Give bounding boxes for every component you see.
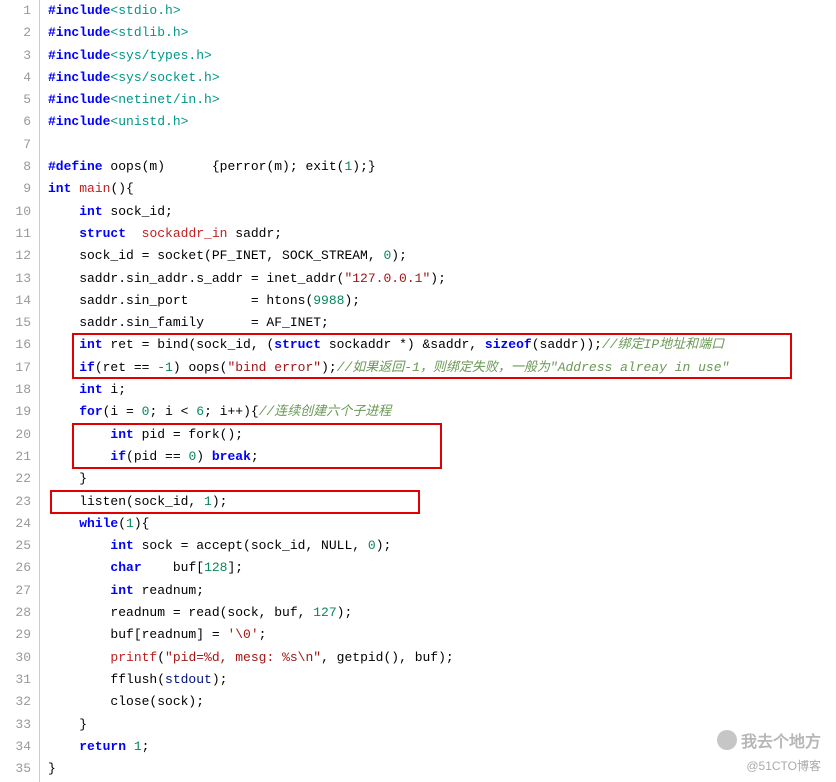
line-number: 15: [0, 312, 31, 334]
line-number: 20: [0, 424, 31, 446]
line-number: 18: [0, 379, 31, 401]
code-line: struct sockaddr_in saddr;: [48, 223, 836, 245]
line-number: 28: [0, 602, 31, 624]
code-line: [48, 134, 836, 156]
line-number: 9: [0, 178, 31, 200]
code-line: buf[readnum] = '\0';: [48, 624, 836, 646]
code-line: }: [48, 758, 836, 780]
code-line: int sock = accept(sock_id, NULL, 0);: [48, 535, 836, 557]
code-line: int i;: [48, 379, 836, 401]
code-line: int pid = fork();: [48, 424, 836, 446]
line-number: 25: [0, 535, 31, 557]
code-line: listen(sock_id, 1);: [48, 491, 836, 513]
line-number: 30: [0, 647, 31, 669]
line-number: 4: [0, 67, 31, 89]
line-number: 2: [0, 22, 31, 44]
code-line: for(i = 0; i < 6; i++){//连续创建六个子进程: [48, 401, 836, 423]
line-number: 5: [0, 89, 31, 111]
code-editor: 1 2 3 4 5 6 7 8 9 10 11 12 13 14 15 16 1…: [0, 0, 836, 782]
code-line: #include<sys/types.h>: [48, 45, 836, 67]
line-number: 10: [0, 201, 31, 223]
line-number: 8: [0, 156, 31, 178]
code-line: char buf[128];: [48, 557, 836, 579]
line-number: 35: [0, 758, 31, 780]
code-line: sock_id = socket(PF_INET, SOCK_STREAM, 0…: [48, 245, 836, 267]
watermark-blog: @51CTO博客: [746, 757, 821, 774]
code-line: int readnum;: [48, 580, 836, 602]
line-number: 13: [0, 268, 31, 290]
code-line: saddr.sin_family = AF_INET;: [48, 312, 836, 334]
line-number: 31: [0, 669, 31, 691]
watermark-wechat: 我去个地方: [717, 728, 821, 752]
wechat-icon: [717, 730, 737, 750]
code-line: }: [48, 468, 836, 490]
line-number: 29: [0, 624, 31, 646]
line-number: 22: [0, 468, 31, 490]
line-number: 33: [0, 714, 31, 736]
code-line: while(1){: [48, 513, 836, 535]
code-line: int main(){: [48, 178, 836, 200]
code-line: if(pid == 0) break;: [48, 446, 836, 468]
line-number: 11: [0, 223, 31, 245]
line-number: 17: [0, 357, 31, 379]
line-number: 32: [0, 691, 31, 713]
code-line: #include<sys/socket.h>: [48, 67, 836, 89]
line-number: 34: [0, 736, 31, 758]
code-line: #include<stdio.h>: [48, 0, 836, 22]
code-content: #include<stdio.h> #include<stdlib.h> #in…: [40, 0, 836, 782]
code-line: readnum = read(sock, buf, 127);: [48, 602, 836, 624]
code-line: #include<unistd.h>: [48, 111, 836, 133]
code-line: #include<stdlib.h>: [48, 22, 836, 44]
code-line: close(sock);: [48, 691, 836, 713]
code-line: if(ret == -1) oops("bind error");//如果返回-…: [48, 357, 836, 379]
code-line: #define oops(m) {perror(m); exit(1);}: [48, 156, 836, 178]
code-line: int ret = bind(sock_id, (struct sockaddr…: [48, 334, 836, 356]
line-number: 27: [0, 580, 31, 602]
line-number: 6: [0, 111, 31, 133]
code-line: fflush(stdout);: [48, 669, 836, 691]
line-number: 23: [0, 491, 31, 513]
code-line: #include<netinet/in.h>: [48, 89, 836, 111]
line-number: 1: [0, 0, 31, 22]
line-number: 21: [0, 446, 31, 468]
line-number: 26: [0, 557, 31, 579]
code-line: saddr.sin_addr.s_addr = inet_addr("127.0…: [48, 268, 836, 290]
line-number: 16: [0, 334, 31, 356]
line-number: 3: [0, 45, 31, 67]
line-number-gutter: 1 2 3 4 5 6 7 8 9 10 11 12 13 14 15 16 1…: [0, 0, 40, 782]
line-number: 19: [0, 401, 31, 423]
line-number: 7: [0, 134, 31, 156]
line-number: 14: [0, 290, 31, 312]
code-line: int sock_id;: [48, 201, 836, 223]
line-number: 12: [0, 245, 31, 267]
code-line: printf("pid=%d, mesg: %s\n", getpid(), b…: [48, 647, 836, 669]
line-number: 24: [0, 513, 31, 535]
code-line: saddr.sin_port = htons(9988);: [48, 290, 836, 312]
